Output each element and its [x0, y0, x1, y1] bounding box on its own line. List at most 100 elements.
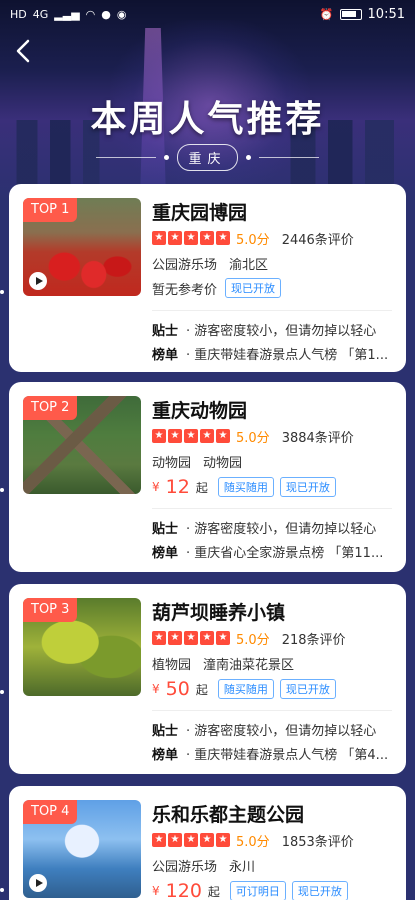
star-icon: ★ — [184, 833, 198, 847]
price-row: ¥ 120 起 可订明日 现已开放 — [152, 880, 348, 900]
tip-label: 贴士 — [152, 724, 179, 739]
attraction-thumbnail[interactable]: TOP 2 — [23, 396, 141, 494]
star-icon: ★ — [152, 231, 166, 245]
star-icon: ★ — [184, 231, 198, 245]
price-row: ¥ 12 起 随买随用 现已开放 — [152, 476, 336, 498]
price-row: ¥ 50 起 随买随用 现已开放 — [152, 678, 336, 700]
star-icon: ★ — [184, 631, 198, 645]
divider-line — [96, 156, 157, 158]
star-icon: ★ — [200, 429, 214, 443]
attraction-card[interactable]: TOP 4 乐和乐都主题公园 ★ ★ ★ ★ ★ 5.0分 1853条评价 公园… — [9, 786, 406, 900]
review-count[interactable]: 1853条评价 — [282, 831, 354, 850]
price-unit: 起 — [207, 884, 220, 899]
attraction-thumbnail[interactable]: TOP 4 — [23, 800, 141, 898]
district-tag: 永川 — [229, 860, 256, 875]
tip-label: 贴士 — [152, 522, 179, 537]
currency-symbol: ¥ — [152, 480, 160, 494]
book-tomorrow-chip: 可订明日 — [229, 881, 286, 900]
rating-score: 5.0分 — [236, 834, 270, 850]
attraction-name[interactable]: 乐和乐都主题公园 — [152, 800, 304, 827]
instant-use-chip: 随买随用 — [217, 477, 274, 497]
signal-icon: ▂▃▅ — [54, 7, 80, 21]
district-tag: 动物园 — [203, 456, 243, 471]
open-status-chip: 现已开放 — [225, 278, 282, 298]
ranking-text: · 重庆省心全家游景点榜 「第11... — [186, 546, 384, 561]
star-icon: ★ — [184, 429, 198, 443]
status-right: ⏰ 10:51 — [320, 7, 405, 22]
scroll-indicator-dot — [0, 488, 4, 492]
ranking-text: · 重庆带娃春游景点人气榜 「第1... — [186, 348, 389, 363]
tip-label: 贴士 — [152, 324, 179, 339]
instant-use-chip: 随买随用 — [217, 679, 274, 699]
scroll-indicator-dot — [0, 290, 4, 294]
play-video-icon[interactable] — [29, 874, 47, 892]
network-4g-icon: 4G — [32, 7, 49, 21]
divider — [152, 508, 392, 509]
attraction-thumbnail[interactable]: TOP 1 — [23, 198, 141, 296]
rating-row: ★ ★ ★ ★ ★ 5.0分 3884条评价 — [152, 427, 354, 446]
rating-score: 5.0分 — [236, 232, 270, 248]
star-rating: ★ ★ ★ ★ ★ — [152, 231, 230, 245]
divider-line — [258, 156, 319, 158]
divider-dot — [164, 154, 170, 160]
status-bar: HD 4G ▂▃▅ ◠ ● ◉ ⏰ 10:51 — [0, 0, 415, 28]
ranking-label: 榜单 — [152, 748, 179, 763]
attraction-thumbnail[interactable]: TOP 3 — [23, 598, 141, 696]
rank-badge: TOP 2 — [23, 396, 78, 420]
status-left: HD 4G ▂▃▅ ◠ ● ◉ — [10, 8, 127, 21]
wifi-icon: ◠ — [85, 7, 96, 21]
ranking-text: · 重庆带娃春游景点人气榜 「第4... — [186, 748, 389, 763]
rating-row: ★ ★ ★ ★ ★ 5.0分 2446条评价 — [152, 229, 354, 248]
tip-row: 贴士 · 游客密度较小，但请勿掉以轻心 — [152, 518, 396, 537]
review-count[interactable]: 218条评价 — [282, 629, 346, 648]
attraction-name[interactable]: 重庆动物园 — [152, 396, 247, 423]
attraction-card[interactable]: TOP 1 重庆园博园 ★ ★ ★ ★ ★ 5.0分 2446条评价 公园游乐场… — [9, 184, 406, 372]
star-icon: ★ — [168, 631, 182, 645]
wechat-icon: ● — [101, 7, 111, 21]
star-icon: ★ — [152, 631, 166, 645]
tip-text: · 游客密度较小，但请勿掉以轻心 — [186, 724, 377, 739]
star-icon: ★ — [168, 429, 182, 443]
scroll-indicator-dot — [0, 690, 4, 694]
price-value: 120 — [165, 880, 202, 900]
ranking-row[interactable]: 榜单 · 重庆带娃春游景点人气榜 「第4... — [152, 744, 396, 763]
review-count[interactable]: 2446条评价 — [282, 229, 354, 248]
alarm-icon: ⏰ — [319, 7, 334, 21]
rank-badge: TOP 3 — [23, 598, 78, 622]
star-icon: ★ — [216, 231, 230, 245]
star-icon: ★ — [216, 631, 230, 645]
star-icon: ★ — [200, 631, 214, 645]
price-unit: 起 — [195, 480, 208, 495]
review-count[interactable]: 3884条评价 — [282, 427, 354, 446]
city-selector[interactable]: 重庆 — [177, 143, 238, 171]
rank-badge: TOP 1 — [23, 198, 78, 222]
ranking-row[interactable]: 榜单 · 重庆带娃春游景点人气榜 「第1... — [152, 344, 396, 363]
city-selector-row: 重庆 — [0, 143, 415, 171]
divider — [152, 310, 392, 311]
attraction-card[interactable]: TOP 3 葫芦坝睡养小镇 ★ ★ ★ ★ ★ 5.0分 218条评价 植物园 … — [9, 584, 406, 774]
price-unavailable: 暂无参考价 — [152, 282, 218, 298]
attraction-name[interactable]: 重庆园博园 — [152, 198, 247, 225]
ranking-row[interactable]: 榜单 · 重庆省心全家游景点榜 「第11... — [152, 542, 396, 561]
chevron-left-icon — [16, 39, 30, 63]
attraction-card[interactable]: TOP 2 重庆动物园 ★ ★ ★ ★ ★ 5.0分 3884条评价 动物园 动… — [9, 382, 406, 572]
category-tags: 动物园 动物园 — [152, 452, 242, 471]
star-icon: ★ — [216, 833, 230, 847]
tip-row: 贴士 · 游客密度较小，但请勿掉以轻心 — [152, 320, 396, 339]
open-status-chip: 现已开放 — [279, 679, 336, 699]
star-icon: ★ — [200, 231, 214, 245]
play-video-icon[interactable] — [29, 272, 47, 290]
currency-symbol: ¥ — [152, 884, 160, 898]
category-tag: 植物园 — [152, 658, 192, 673]
rating-row: ★ ★ ★ ★ ★ 5.0分 218条评价 — [152, 629, 346, 648]
back-button[interactable] — [12, 38, 38, 64]
category-tag: 公园游乐场 — [152, 258, 218, 273]
star-rating: ★ ★ ★ ★ ★ — [152, 631, 230, 645]
attraction-name[interactable]: 葫芦坝睡养小镇 — [152, 598, 285, 625]
rating-row: ★ ★ ★ ★ ★ 5.0分 1853条评价 — [152, 831, 354, 850]
category-tags: 植物园 潼南油菜花景区 — [152, 654, 294, 673]
star-icon: ★ — [168, 231, 182, 245]
open-status-chip: 现已开放 — [291, 881, 348, 900]
star-icon: ★ — [216, 429, 230, 443]
tip-row: 贴士 · 游客密度较小，但请勿掉以轻心 — [152, 720, 396, 739]
